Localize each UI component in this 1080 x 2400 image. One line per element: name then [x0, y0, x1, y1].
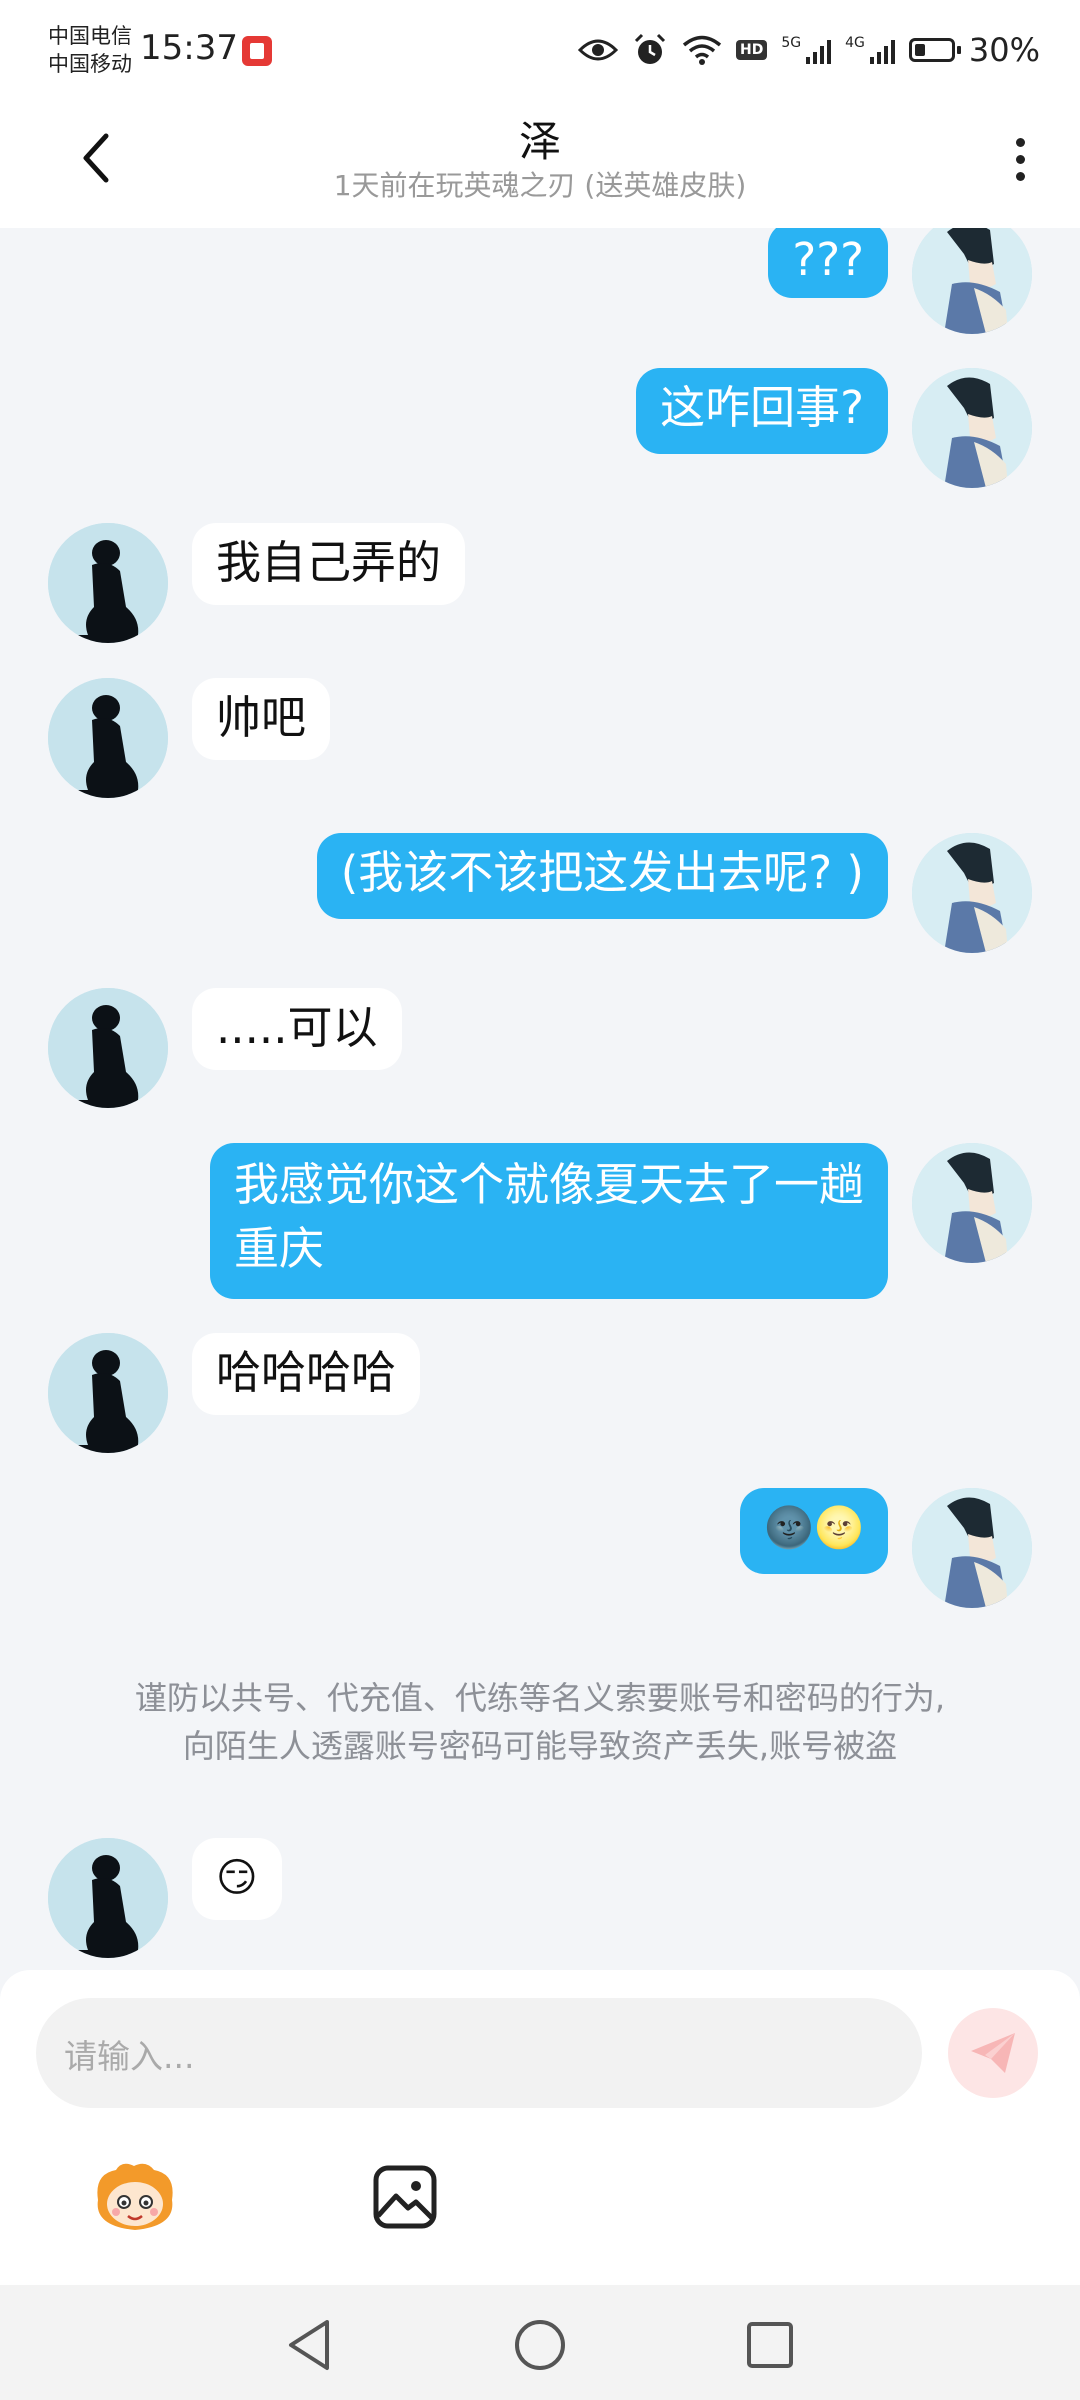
- contact-avatar[interactable]: [48, 678, 168, 798]
- battery-icon: [908, 38, 961, 62]
- my-avatar[interactable]: [912, 1143, 1032, 1263]
- net-5g-label: 5G: [781, 35, 802, 51]
- contact-avatar[interactable]: [48, 1838, 168, 1958]
- notice-line: 向陌生人透露账号密码可能导致资产丢失,账号被盗: [182, 1727, 898, 1765]
- my-message-bubble[interactable]: ???: [768, 228, 888, 298]
- my-avatar[interactable]: [912, 833, 1032, 953]
- contact-message-bubble[interactable]: 帅吧: [192, 678, 331, 760]
- system-navigation-bar: [0, 2285, 1080, 2400]
- safety-notice: 谨防以共号、代充值、代练等名义索要账号和密码的行为, 向陌生人透露账号密码可能导…: [0, 1674, 1080, 1770]
- status-bar: 中国电信 中国移动 15:37 HD 5G 4G 30%: [0, 0, 1080, 100]
- my-avatar[interactable]: [912, 1488, 1032, 1608]
- message-line: 我感觉你这个就像夏天去了一趟: [233, 1158, 864, 1211]
- send-button[interactable]: [948, 2008, 1038, 2098]
- notice-line: 谨防以共号、代充值、代练等名义索要账号和密码的行为,: [134, 1679, 946, 1717]
- image-icon: [373, 2165, 437, 2229]
- square-recents-icon: [747, 2322, 793, 2368]
- contact-avatar[interactable]: [48, 988, 168, 1108]
- chat-header: 泽 1天前在玩英魂之刃 (送英雄皮肤): [0, 100, 1080, 228]
- circle-home-icon: [515, 2320, 565, 2370]
- battery-level: [914, 44, 926, 56]
- my-message-bubble[interactable]: 这咋回事?: [636, 368, 888, 454]
- signal-5g-icon: 5G: [781, 35, 832, 64]
- input-placeholder: 请输入...: [64, 2037, 195, 2076]
- signal-4g-icon: 4G: [845, 36, 895, 64]
- triangle-back-icon: [289, 2320, 329, 2370]
- paper-plane-icon: [971, 2033, 1015, 2073]
- net-4g-label: 4G: [845, 35, 865, 51]
- carrier-1: 中国电信: [48, 24, 132, 48]
- contact-message-bubble[interactable]: .....可以: [192, 988, 402, 1070]
- nav-home-button[interactable]: [510, 2315, 570, 2375]
- nav-back-button[interactable]: [280, 2315, 340, 2375]
- status-icons: HD 5G 4G 30%: [578, 28, 1040, 72]
- image-button[interactable]: [360, 2152, 450, 2242]
- nav-recents-button[interactable]: [740, 2315, 800, 2375]
- chat-messages[interactable]: ??? 这咋回事? 我自己弄的 帅吧 (我该不该把这发出去呢? ) .....可…: [0, 228, 1080, 1968]
- message-line: 重庆: [233, 1222, 324, 1275]
- my-message-bubble[interactable]: 我感觉你这个就像夏天去了一趟 重庆: [209, 1143, 888, 1299]
- my-message-bubble[interactable]: 🌚🌝: [740, 1488, 888, 1574]
- hd-badge: HD: [736, 40, 768, 60]
- clock: 15:37: [140, 28, 238, 68]
- sticker-button[interactable]: [90, 2152, 180, 2242]
- mascot-sticker-icon: [97, 2163, 173, 2230]
- notification-app-icon: [242, 36, 272, 66]
- contact-avatar[interactable]: [48, 1333, 168, 1453]
- wifi-icon: [682, 34, 722, 66]
- battery-percent: 30%: [968, 31, 1040, 69]
- my-avatar[interactable]: [912, 368, 1032, 488]
- contact-name: 泽: [518, 117, 561, 166]
- message-input[interactable]: 请输入...: [36, 1998, 922, 2108]
- more-vertical-icon: [1015, 137, 1025, 147]
- contact-message-bubble[interactable]: 哈哈哈哈: [192, 1333, 421, 1415]
- my-message-bubble[interactable]: (我该不该把这发出去呢? ): [316, 833, 888, 919]
- composer: 请输入...: [0, 1970, 1080, 2285]
- more-options-button[interactable]: [1000, 124, 1040, 194]
- carrier-2: 中国移动: [48, 52, 132, 76]
- contact-message-bubble[interactable]: 我自己弄的: [192, 523, 466, 605]
- eye-icon: [578, 36, 618, 64]
- contact-message-bubble[interactable]: 😏: [192, 1838, 282, 1920]
- carrier-names: 中国电信 中国移动: [48, 22, 132, 78]
- contact-status: 1天前在玩英魂之刃 (送英雄皮肤): [333, 169, 747, 202]
- my-avatar[interactable]: [912, 228, 1032, 334]
- alarm-icon: [632, 32, 668, 68]
- contact-avatar[interactable]: [48, 523, 168, 643]
